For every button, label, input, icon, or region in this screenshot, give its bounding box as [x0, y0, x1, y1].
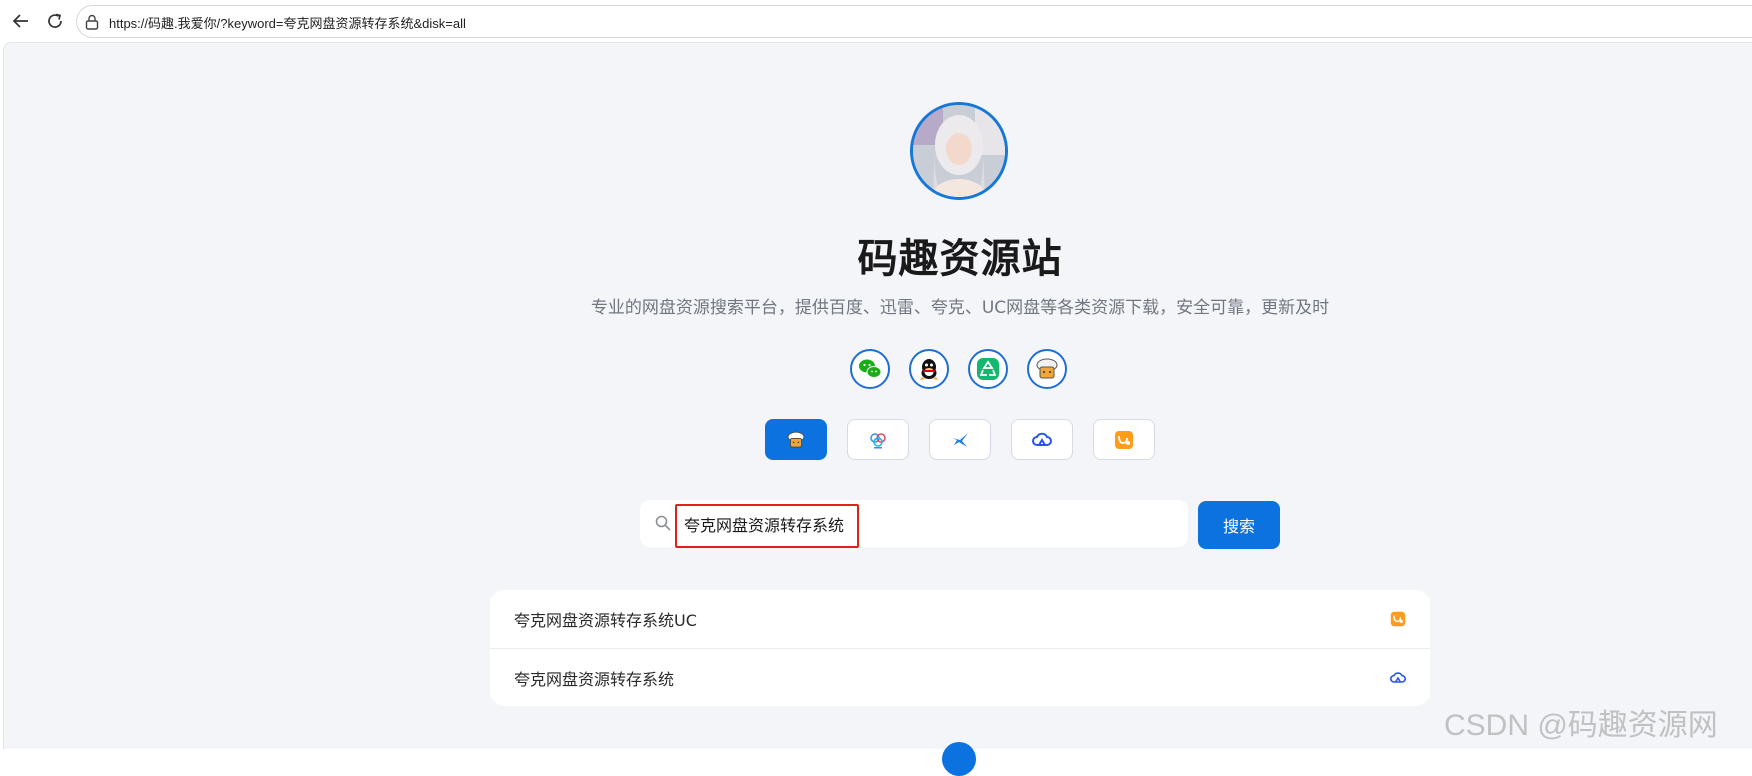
wechat-icon — [859, 359, 882, 378]
search-button[interactable]: 搜索 — [1198, 501, 1280, 549]
arrow-left-icon — [12, 14, 28, 28]
social-button-qq[interactable] — [909, 349, 949, 389]
social-button-mascot[interactable] — [1027, 349, 1067, 389]
disk-filter-quark[interactable] — [1011, 419, 1073, 460]
address-bar[interactable]: https://码趣.我爱你/?keyword=夸克网盘资源转存系统&disk=… — [76, 5, 1752, 38]
quark-disk-icon — [1032, 432, 1052, 446]
lock-icon — [85, 14, 99, 30]
disk-filter-uc[interactable] — [1093, 419, 1155, 460]
baidu-disk-icon — [870, 432, 886, 448]
quark-disk-icon — [1390, 672, 1406, 683]
url-text: https://码趣.我爱你/?keyword=夸克网盘资源转存系统&disk=… — [109, 16, 466, 31]
result-title: 夸克网盘资源转存系统 — [514, 669, 675, 689]
mascot-icon — [1036, 358, 1058, 379]
browser-toolbar: https://码趣.我爱你/?keyword=夸克网盘资源转存系统&disk=… — [0, 0, 1752, 42]
reload-icon — [48, 13, 62, 28]
xunlei-disk-icon — [952, 432, 968, 447]
all-disk-icon — [787, 431, 805, 447]
result-item[interactable]: 夸克网盘资源转存系统UC — [490, 590, 1430, 648]
scroll-to-top-button[interactable] — [942, 742, 976, 776]
back-button[interactable] — [6, 6, 36, 36]
disk-filter-baidu[interactable] — [847, 419, 909, 460]
qq-icon — [920, 359, 938, 380]
result-item[interactable]: 夸克网盘资源转存系统 — [490, 648, 1430, 706]
disk-filter-xunlei[interactable] — [929, 419, 991, 460]
search-icon — [655, 515, 671, 531]
uc-disk-icon — [1390, 611, 1406, 627]
results-list: 夸克网盘资源转存系统UC 夸克网盘资源转存系统 — [490, 590, 1430, 706]
result-title: 夸克网盘资源转存系统UC — [514, 611, 697, 630]
watermark: CSDN @码趣资源网 — [1444, 709, 1718, 742]
recycle-icon — [977, 358, 999, 380]
search-box — [640, 500, 1188, 548]
uc-disk-icon — [1115, 430, 1133, 449]
social-button-recycle[interactable] — [968, 349, 1008, 389]
avatar — [910, 102, 1008, 200]
site-title: 码趣资源站 — [857, 236, 1063, 282]
search-text-highlight — [675, 504, 859, 548]
disk-filter-all[interactable] — [765, 419, 827, 460]
social-button-wechat[interactable] — [850, 349, 890, 389]
site-subtitle: 专业的网盘资源搜索平台，提供百度、迅雷、夸克、UC网盘等各类资源下载，安全可靠，… — [590, 298, 1330, 318]
reload-button[interactable] — [40, 6, 70, 36]
avatar-image — [913, 105, 1005, 197]
